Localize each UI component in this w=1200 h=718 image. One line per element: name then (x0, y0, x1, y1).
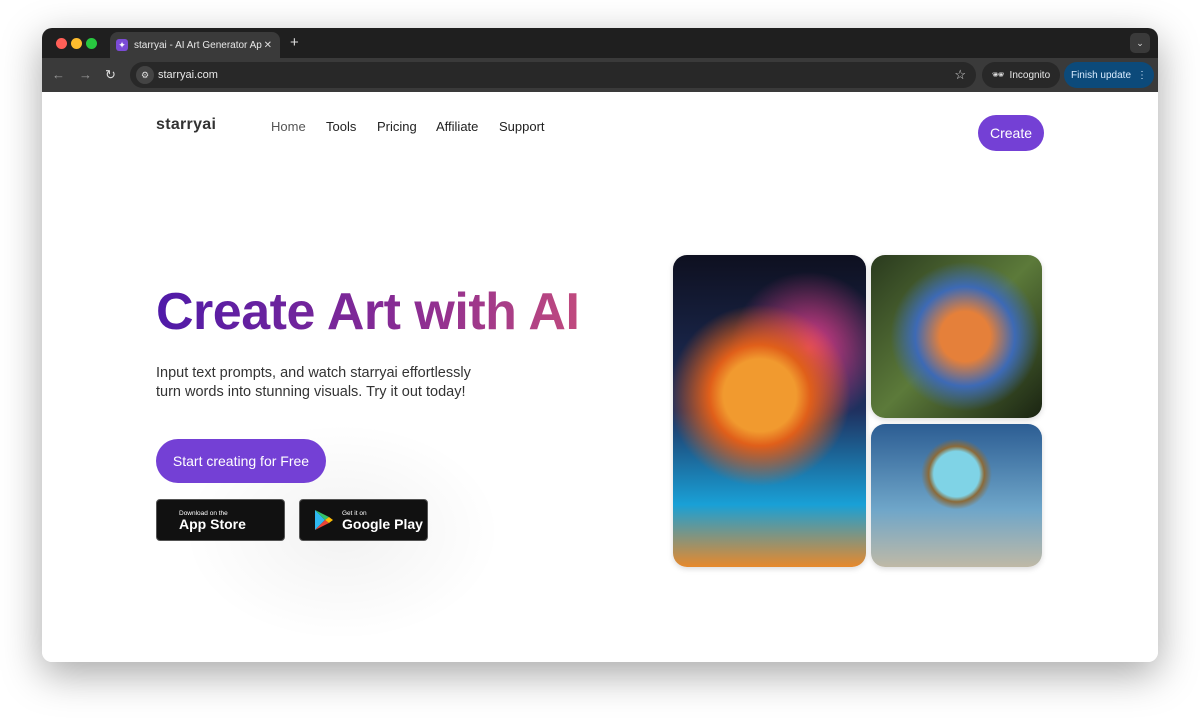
nav-affiliate[interactable]: Affiliate (436, 119, 478, 134)
google-play-badge[interactable]: Get it on Google Play (299, 499, 428, 541)
tab-bar: ✦ starryai - AI Art Generator Ap ✕ + ⌄ (42, 28, 1158, 58)
reload-icon[interactable]: ↻ (105, 67, 116, 83)
create-button[interactable]: Create (978, 115, 1044, 151)
tiger-art-image (673, 255, 866, 567)
badge-large-text: App Store (179, 515, 246, 532)
minimize-window-button[interactable] (71, 38, 82, 49)
finish-update-label: Finish update (1070, 69, 1132, 81)
bird-art-image (871, 255, 1042, 418)
start-creating-button[interactable]: Start creating for Free (156, 439, 326, 483)
hero-subtitle: Input text prompts, and watch starryai e… (156, 364, 496, 402)
hero-subtitle-line: turn words into stunning visuals. Try it… (156, 384, 466, 400)
address-bar[interactable]: ⚙ starryai.com ☆ (130, 62, 976, 88)
nav-tools[interactable]: Tools (326, 119, 356, 134)
bookmark-star-icon[interactable]: ☆ (954, 67, 966, 83)
incognito-icon: 🕶 (991, 69, 1005, 81)
nav-support[interactable]: Support (499, 119, 545, 134)
nav-home[interactable]: Home (271, 119, 306, 134)
hero-title: Create Art with AI (156, 283, 580, 341)
page-content: starryai Home Tools Pricing Affiliate Su… (42, 92, 1158, 662)
close-window-button[interactable] (56, 38, 67, 49)
nav-pricing[interactable]: Pricing (377, 119, 417, 134)
maximize-window-button[interactable] (86, 38, 97, 49)
app-store-badge[interactable]: Download on the App Store (156, 499, 285, 541)
tab-title: starryai - AI Art Generator Ap (134, 39, 262, 51)
logo[interactable]: starryai (156, 116, 216, 134)
sparkle-icon: ✦ (116, 39, 128, 51)
browser-toolbar: ← → ↻ ⚙ starryai.com ☆ 🕶 Incognito Finis… (42, 58, 1158, 92)
browser-tab[interactable]: ✦ starryai - AI Art Generator Ap ✕ (110, 32, 280, 58)
clock-art-image (871, 424, 1042, 567)
close-tab-icon[interactable]: ✕ (264, 40, 272, 51)
badge-large-text: Google Play (342, 515, 423, 532)
back-icon[interactable]: ← (52, 67, 65, 82)
tab-search-chevron-icon[interactable]: ⌄ (1130, 33, 1150, 53)
url-text: starryai.com (158, 69, 218, 81)
google-play-icon (315, 510, 333, 530)
kebab-menu-icon[interactable]: ⋮ (1137, 70, 1147, 81)
forward-icon[interactable]: → (79, 67, 92, 82)
new-tab-icon[interactable]: + (290, 34, 299, 51)
incognito-label: Incognito (1009, 69, 1051, 81)
incognito-button[interactable]: 🕶 Incognito (982, 62, 1060, 88)
finish-update-button[interactable]: Finish update ⋮ (1064, 62, 1154, 88)
browser-window: ✦ starryai - AI Art Generator Ap ✕ + ⌄ ←… (42, 28, 1158, 662)
hero-subtitle-line: Input text prompts, and watch starryai e… (156, 365, 471, 381)
site-settings-icon[interactable]: ⚙ (136, 66, 154, 84)
